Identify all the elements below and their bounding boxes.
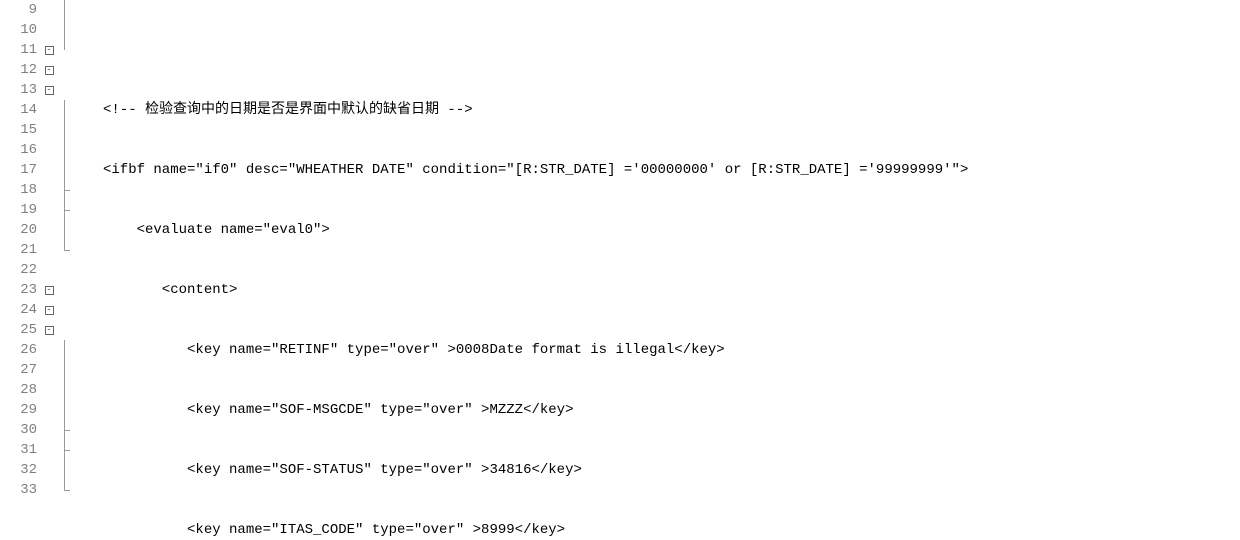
- line-number: 21: [0, 240, 37, 260]
- fold-cell: [42, 160, 56, 180]
- fold-guide: [57, 280, 71, 300]
- fold-guide: [57, 20, 71, 40]
- fold-cell: [42, 200, 56, 220]
- line-number: 14: [0, 100, 37, 120]
- fold-guide: [57, 420, 71, 440]
- fold-guide-gutter: [57, 0, 71, 540]
- fold-guide: [57, 140, 71, 160]
- line-number: 25: [0, 320, 37, 340]
- fold-guide: [57, 260, 71, 280]
- fold-cell: [42, 360, 56, 380]
- fold-toggle-icon[interactable]: -: [45, 306, 54, 315]
- code-line[interactable]: <!-- 检验查询中的日期是否是界面中默认的缺省日期 -->: [103, 100, 1240, 120]
- line-number: 20: [0, 220, 37, 240]
- fold-cell: [42, 0, 56, 20]
- fold-guide: [57, 100, 71, 120]
- fold-cell: [42, 180, 56, 200]
- code-line[interactable]: <key name="ITAS_CODE" type="over" >8999<…: [103, 520, 1240, 540]
- line-number: 31: [0, 440, 37, 460]
- fold-guide: [57, 220, 71, 240]
- fold-guide: [57, 240, 71, 260]
- fold-guide: [57, 60, 71, 80]
- line-number: 18: [0, 180, 37, 200]
- line-number: 11: [0, 40, 37, 60]
- line-number: 16: [0, 140, 37, 160]
- fold-guide: [57, 0, 71, 20]
- fold-toggle-icon[interactable]: -: [45, 326, 54, 335]
- fold-toggle-icon[interactable]: -: [45, 286, 54, 295]
- fold-cell: [42, 260, 56, 280]
- fold-cell: [42, 100, 56, 120]
- fold-guide: [57, 160, 71, 180]
- code-line[interactable]: <key name="SOF-MSGCDE" type="over" >MZZZ…: [103, 400, 1240, 420]
- fold-cell: [42, 120, 56, 140]
- fold-cell[interactable]: -: [42, 60, 56, 80]
- fold-gutter: - - - - - -: [42, 0, 57, 540]
- line-number: 26: [0, 340, 37, 360]
- code-line[interactable]: <content>: [103, 280, 1240, 300]
- fold-guide: [57, 80, 71, 100]
- line-number: 24: [0, 300, 37, 320]
- line-number: 13: [0, 80, 37, 100]
- fold-guide: [57, 460, 71, 480]
- code-line[interactable]: [103, 40, 1240, 60]
- line-number: 28: [0, 380, 37, 400]
- fold-cell[interactable]: -: [42, 300, 56, 320]
- fold-guide: [57, 120, 71, 140]
- line-number: 17: [0, 160, 37, 180]
- fold-cell: [42, 20, 56, 40]
- fold-cell: [42, 340, 56, 360]
- line-number: 10: [0, 20, 37, 40]
- line-number: 12: [0, 60, 37, 80]
- line-number: 33: [0, 480, 37, 500]
- fold-cell[interactable]: -: [42, 40, 56, 60]
- fold-guide: [57, 320, 71, 340]
- fold-guide: [57, 200, 71, 220]
- fold-cell: [42, 220, 56, 240]
- line-number: 23: [0, 280, 37, 300]
- code-line[interactable]: <ifbf name="if0" desc="WHEATHER DATE" co…: [103, 160, 1240, 180]
- fold-guide: [57, 180, 71, 200]
- code-line[interactable]: <key name="SOF-STATUS" type="over" >3481…: [103, 460, 1240, 480]
- line-number: 30: [0, 420, 37, 440]
- fold-cell: [42, 140, 56, 160]
- fold-guide: [57, 380, 71, 400]
- code-editor: 9 10 11 12 13 14 15 16 17 18 19 20 21 22…: [0, 0, 1240, 540]
- fold-cell[interactable]: -: [42, 280, 56, 300]
- line-number-gutter: 9 10 11 12 13 14 15 16 17 18 19 20 21 22…: [0, 0, 42, 540]
- code-line[interactable]: <evaluate name="eval0">: [103, 220, 1240, 240]
- fold-cell: [42, 400, 56, 420]
- fold-cell[interactable]: -: [42, 80, 56, 100]
- fold-toggle-icon[interactable]: -: [45, 66, 54, 75]
- fold-guide: [57, 360, 71, 380]
- fold-cell: [42, 420, 56, 440]
- line-number: 15: [0, 120, 37, 140]
- fold-cell: [42, 380, 56, 400]
- fold-guide: [57, 400, 71, 420]
- line-number: 9: [0, 0, 37, 20]
- fold-toggle-icon[interactable]: -: [45, 86, 54, 95]
- code-area[interactable]: <!-- 检验查询中的日期是否是界面中默认的缺省日期 --> <ifbf nam…: [71, 0, 1240, 540]
- fold-cell: [42, 480, 56, 500]
- fold-guide: [57, 340, 71, 360]
- line-number: 29: [0, 400, 37, 420]
- code-line[interactable]: <key name="RETINF" type="over" >0008Date…: [103, 340, 1240, 360]
- fold-guide: [57, 440, 71, 460]
- fold-guide: [57, 480, 71, 500]
- fold-guide: [57, 300, 71, 320]
- fold-cell: [42, 440, 56, 460]
- fold-cell: [42, 240, 56, 260]
- line-number: 27: [0, 360, 37, 380]
- line-number: 22: [0, 260, 37, 280]
- line-number: 19: [0, 200, 37, 220]
- fold-guide: [57, 40, 71, 60]
- fold-toggle-icon[interactable]: -: [45, 46, 54, 55]
- fold-cell: [42, 460, 56, 480]
- line-number: 32: [0, 460, 37, 480]
- fold-cell[interactable]: -: [42, 320, 56, 340]
